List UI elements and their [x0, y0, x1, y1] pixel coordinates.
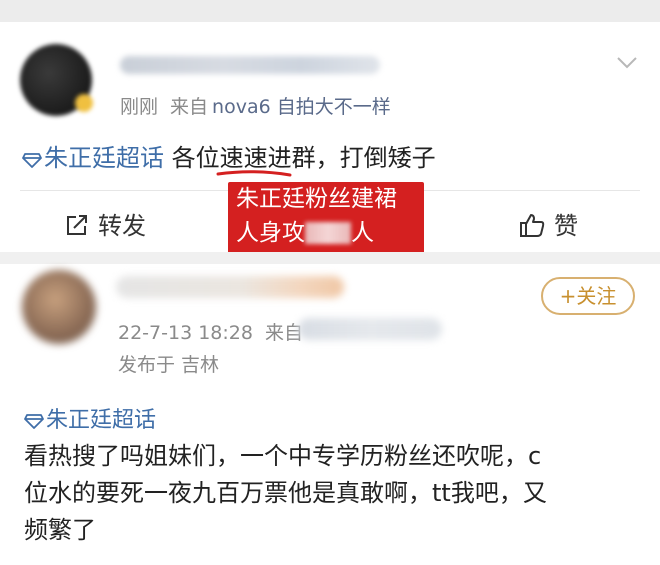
source-device-blurred [298, 318, 442, 340]
like-label: 赞 [554, 212, 578, 240]
overlay-line-2: 人身攻 人 [228, 216, 424, 250]
follow-button[interactable]: +关注 [541, 277, 635, 315]
share-icon [67, 215, 87, 235]
red-underline-mark [216, 170, 292, 177]
overlay-mask [305, 222, 351, 244]
post-content: 看热搜了吗姐妹们，一个中专学历粉丝还吹呢，c 位水的要死一夜九百万票他是真敢啊，… [24, 438, 636, 549]
post-text: 各位速速进群，打倒矮子 [171, 144, 436, 172]
overlay-line-1: 朱正廷粉丝建裙 [236, 186, 397, 212]
diamond-icon [22, 153, 42, 168]
post-text-line: 频繁了 [24, 516, 96, 544]
source-device[interactable]: nova6 自拍大不一样 [212, 96, 391, 118]
post-text-line: 看热搜了吗姐妹们，一个中专学历粉丝还吹呢，c [24, 442, 542, 470]
post-time: 刚刚 [120, 96, 159, 118]
chevron-down-icon[interactable] [616, 56, 638, 70]
post-time: 22-7-13 18:28 [118, 322, 253, 344]
post-text-line: 位水的要死一夜九百万票他是真敢啊，tt我吧，又 [24, 479, 547, 507]
avatar[interactable] [22, 270, 96, 344]
overlay-line-2-start: 人身攻 [236, 220, 305, 246]
topic-link[interactable]: 朱正廷超话 [22, 144, 164, 172]
source-prefix: 来自 [170, 96, 209, 118]
verified-badge-icon [75, 94, 93, 112]
topic-link[interactable]: 朱正廷超话 [24, 402, 156, 434]
like-button[interactable]: 赞 [518, 206, 578, 241]
thumbs-up-icon [520, 214, 545, 237]
username-blurred[interactable] [116, 276, 344, 298]
post-meta: 22-7-13 18:28 来自 [118, 318, 303, 345]
top-strip [0, 0, 660, 22]
caption-overlay: 朱正廷粉丝建裙 人身攻 人 [228, 182, 424, 256]
post-content: 朱正廷超话 各位速速进群，打倒矮子 [22, 138, 436, 173]
overlay-line-2-end: 人 [351, 220, 374, 246]
diamond-icon [24, 414, 44, 429]
username-blurred[interactable] [120, 56, 380, 74]
share-label: 转发 [98, 212, 146, 240]
post-meta: 刚刚 来自 nova6 自拍大不一样 [120, 92, 391, 119]
post-location: 发布于 吉林 [118, 354, 220, 376]
source-prefix: 来自 [264, 322, 303, 344]
share-button[interactable]: 转发 [64, 206, 146, 241]
topic-label: 朱正廷超话 [44, 144, 164, 172]
card-separator [0, 252, 660, 264]
topic-label: 朱正廷超话 [46, 408, 157, 433]
